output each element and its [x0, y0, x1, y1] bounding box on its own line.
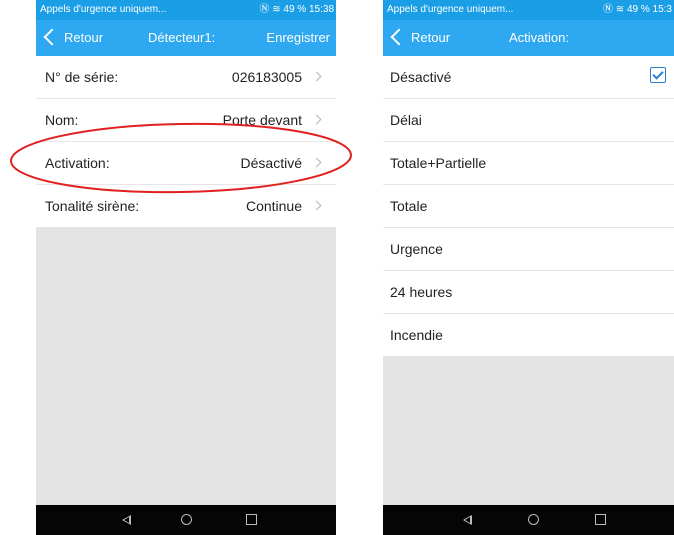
row-label: Activation:: [45, 155, 110, 171]
option-emergency[interactable]: Urgence: [383, 228, 674, 271]
back-button[interactable]: Retour: [40, 20, 103, 56]
option-24h[interactable]: 24 heures: [383, 271, 674, 314]
chevron-left-icon: [43, 28, 61, 46]
app-header: Retour Détecteur1: Enregistrer: [36, 20, 336, 56]
option-disabled[interactable]: Désactivé: [383, 56, 674, 99]
option-label: Délai: [390, 112, 422, 128]
row-label: Nom:: [45, 112, 79, 128]
settings-list: N° de série: 026183005 Nom: Porte devant…: [36, 56, 336, 227]
option-total-partial[interactable]: Totale+Partielle: [383, 142, 674, 185]
triangle-back-icon[interactable]: [463, 515, 472, 525]
status-notice: Appels d'urgence uniquem...: [387, 4, 514, 15]
chevron-right-icon: [311, 157, 322, 168]
row-value: Désactivé: [240, 155, 302, 171]
back-button[interactable]: Retour: [387, 20, 450, 56]
back-label: Retour: [64, 30, 104, 45]
square-recent-icon[interactable]: [246, 514, 257, 525]
row-value: 026183005: [231, 69, 302, 85]
checkbox-checked-icon[interactable]: [650, 67, 666, 83]
app-header: Retour Activation:: [383, 20, 674, 56]
row-value: Porte devant: [222, 112, 302, 128]
row-label: Tonalité sirène:: [45, 198, 140, 214]
row-value: Continue: [245, 198, 302, 214]
activation-picker-screen: Appels d'urgence uniquem... Ⓝ ≋ 49 % 15:…: [383, 0, 674, 535]
system-nav-bar: [36, 505, 336, 535]
chevron-left-icon: [390, 28, 408, 46]
save-button[interactable]: Enregistrer: [266, 20, 330, 56]
chevron-right-icon: [311, 71, 322, 82]
row-name[interactable]: Nom: Porte devant: [36, 99, 336, 142]
circle-home-icon[interactable]: [528, 514, 539, 525]
row-label: N° de série:: [45, 69, 119, 85]
option-label: Incendie: [390, 327, 443, 343]
chevron-right-icon: [311, 200, 322, 211]
back-label: Retour: [411, 30, 451, 45]
option-total[interactable]: Totale: [383, 185, 674, 228]
row-siren-tone[interactable]: Tonalité sirène: Continue: [36, 185, 336, 227]
option-label: 24 heures: [390, 284, 453, 300]
status-notice: Appels d'urgence uniquem...: [40, 4, 167, 15]
option-fire[interactable]: Incendie: [383, 314, 674, 356]
detector-settings-screen: Appels d'urgence uniquem... Ⓝ ≋ 49 % 15:…: [36, 0, 336, 535]
option-label: Totale+Partielle: [390, 155, 487, 171]
square-recent-icon[interactable]: [595, 514, 606, 525]
triangle-back-icon[interactable]: [122, 515, 131, 525]
status-bar: Appels d'urgence uniquem... Ⓝ ≋ 49 % 15:…: [36, 0, 336, 20]
activation-options-list: Désactivé Délai Totale+Partielle Totale …: [383, 56, 674, 356]
option-label: Urgence: [390, 241, 443, 257]
row-serial-number[interactable]: N° de série: 026183005: [36, 56, 336, 99]
system-nav-bar: [383, 505, 674, 535]
option-label: Désactivé: [390, 69, 452, 85]
status-bar: Appels d'urgence uniquem... Ⓝ ≋ 49 % 15:…: [383, 0, 674, 20]
page-title: Activation:: [509, 30, 569, 45]
chevron-right-icon: [311, 114, 322, 125]
option-label: Totale: [390, 198, 428, 214]
circle-home-icon[interactable]: [181, 514, 192, 525]
status-icons: Ⓝ ≋ 49 % 15:3: [603, 4, 672, 15]
option-delay[interactable]: Délai: [383, 99, 674, 142]
row-activation[interactable]: Activation: Désactivé: [36, 142, 336, 185]
page-title: Détecteur1:: [148, 30, 216, 45]
status-icons: Ⓝ ≋ 49 % 15:38: [259, 4, 334, 15]
